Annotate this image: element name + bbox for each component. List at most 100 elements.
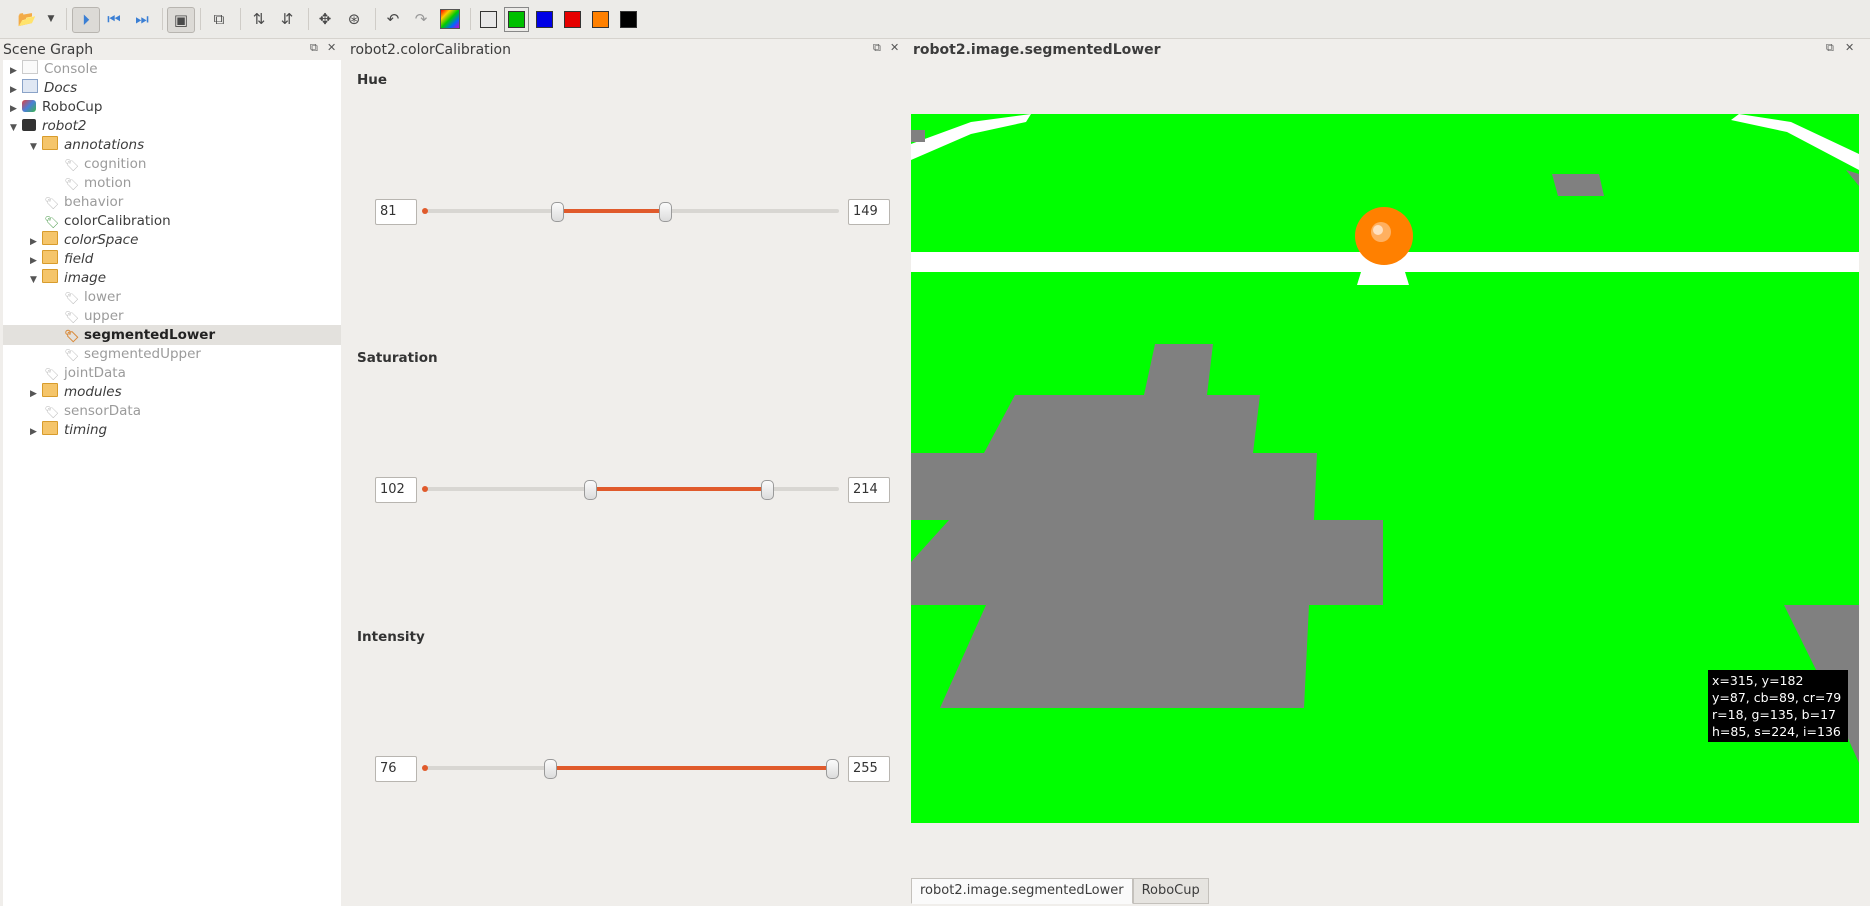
sort-up-icon[interactable]: ⇅ [246,7,272,31]
hue-max-input[interactable]: 149 [848,199,890,225]
tree-node-jointData[interactable]: 🏷 jointData [44,364,126,383]
tree-node-docs[interactable]: ▶ Docs [10,79,77,98]
tooltip-rgb: r=18, g=135, b=17 [1712,707,1836,722]
float-panel-icon[interactable]: ⧉ [873,41,881,55]
color-swatch-green[interactable] [504,7,529,32]
close-panel-icon[interactable]: ✕ [327,41,336,54]
float-panel-icon[interactable]: ⧉ [1826,41,1834,55]
tree-node-robocup[interactable]: ▶ RoboCup [10,98,102,117]
tab-segmented-lower[interactable]: robot2.image.segmentedLower [911,878,1133,904]
tree-node-annotations[interactable]: ▼ annotations [30,136,144,155]
tree-node-console[interactable]: ▶ Console [10,60,98,79]
tree-node-field[interactable]: ▶ field [30,250,93,269]
saturation-min-handle[interactable] [584,480,597,500]
intensity-max-input[interactable]: 255 [848,756,890,782]
saturation-min-input[interactable]: 102 [375,477,417,503]
folder-icon [42,136,58,150]
intensity-label: Intensity [357,629,425,645]
folder-icon [42,421,58,435]
tag-icon: 🏷 [44,215,60,229]
saturation-max-input[interactable]: 214 [848,477,890,503]
tree-node-behavior[interactable]: 🏷 behavior [44,193,123,212]
toolbar-separator [162,8,163,30]
color-swatch-red[interactable] [564,11,581,28]
tree-node-colorCalibration[interactable]: 🏷 colorCalibration [44,212,171,231]
tree-node-segmentedUpper[interactable]: 🏷 segmentedUpper [64,345,201,364]
close-panel-icon[interactable]: ✕ [1845,41,1854,54]
tag-icon: 🏷 [44,405,60,419]
hue-max-handle[interactable] [659,202,672,222]
step-icon[interactable]: ⏭ [129,7,155,31]
redo-icon[interactable]: ↷ [408,7,434,31]
expand-arrow-icon[interactable]: ▶ [30,423,42,442]
tree-node-image[interactable]: ▼ image [30,269,106,288]
open-folder-icon[interactable]: 📂 [14,7,40,31]
tooltip-hsi: h=85, s=224, i=136 [1712,724,1841,739]
collapse-arrow-icon[interactable]: ▼ [30,271,42,290]
folder-icon [42,231,58,245]
tag-icon: 🏷 [64,329,80,343]
image-panel-title: robot2.image.segmentedLower [913,42,1161,58]
robot-icon [22,119,36,131]
hue-label: Hue [357,72,388,88]
collapse-arrow-icon[interactable]: ▼ [30,138,42,157]
tag-icon: 🏷 [64,158,80,172]
undo-icon[interactable]: ↶ [380,7,406,31]
docs-icon [22,79,38,93]
saturation-slider-start-dot [422,486,428,492]
toolbar-separator [200,8,201,30]
tag-icon: 🏷 [64,177,80,191]
move-icon[interactable]: ✥ [312,7,338,31]
chevron-down-icon[interactable]: ▼ [44,7,58,31]
toolbar-separator [240,8,241,30]
color-picker-icon[interactable] [437,7,463,31]
tag-icon: 🏷 [44,196,60,210]
play-icon[interactable]: ⏵ [72,7,100,33]
tree-node-upper[interactable]: 🏷 upper [64,307,124,326]
color-swatch-white[interactable] [480,11,497,28]
intensity-min-input[interactable]: 76 [375,756,417,782]
saturation-max-handle[interactable] [761,480,774,500]
layout-icon[interactable]: ▣ [167,7,195,33]
pixel-info-tooltip: x=315, y=182 y=87, cb=89, cr=79 r=18, g=… [1708,670,1848,742]
scene-graph-title: Scene Graph [3,42,94,58]
tree-node-modules[interactable]: ▶ modules [30,383,122,402]
hue-slider-range [557,209,665,213]
copy-icon[interactable]: ⧉ [206,7,232,31]
sort-down-icon[interactable]: ⇵ [274,7,300,31]
tree-node-lower[interactable]: 🏷 lower [64,288,121,307]
tree-node-colorSpace[interactable]: ▶ colorSpace [30,231,138,250]
saturation-label: Saturation [357,350,438,366]
tag-icon: 🏷 [44,367,60,381]
toolbar-separator [308,8,309,30]
console-icon [22,60,38,74]
intensity-min-handle[interactable] [544,759,557,779]
folder-icon [42,383,58,397]
intensity-slider-start-dot [422,765,428,771]
float-panel-icon[interactable]: ⧉ [310,41,318,55]
tree-node-timing[interactable]: ▶ timing [30,421,107,440]
color-swatch-black[interactable] [620,11,637,28]
intensity-max-handle[interactable] [826,759,839,779]
calibration-panel-title: robot2.colorCalibration [350,42,511,58]
hue-slider-start-dot [422,208,428,214]
tree-node-robot2[interactable]: ▼ robot2 [10,117,87,136]
toolbar-separator [470,8,471,30]
folder-icon [42,250,58,264]
tag-icon: 🏷 [64,310,80,324]
tree-node-segmentedLower[interactable]: 🏷 segmentedLower [64,326,215,345]
color-swatch-orange[interactable] [592,11,609,28]
hue-min-input[interactable]: 81 [375,199,417,225]
hue-min-handle[interactable] [551,202,564,222]
expand-arrow-icon[interactable]: ▶ [30,385,42,404]
tab-robocup[interactable]: RoboCup [1132,878,1209,904]
tree-node-sensorData[interactable]: 🏷 sensorData [44,402,141,421]
close-panel-icon[interactable]: ✕ [890,41,899,54]
tree-node-cognition[interactable]: 🏷 cognition [64,155,146,174]
accessibility-icon[interactable]: ⊛ [341,7,367,31]
tree-node-motion[interactable]: 🏷 motion [64,174,131,193]
collapse-arrow-icon[interactable]: ▼ [10,119,22,138]
color-swatch-blue[interactable] [536,11,553,28]
reset-icon[interactable]: ⏮ [101,7,127,31]
toolbar-separator [375,8,376,30]
